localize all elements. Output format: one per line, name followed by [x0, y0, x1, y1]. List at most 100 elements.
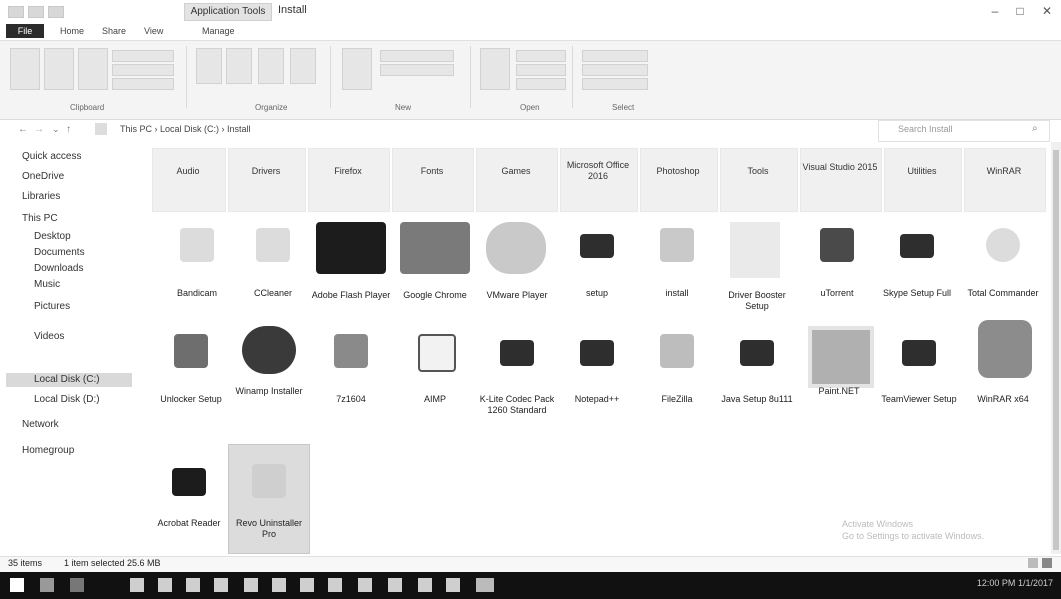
copy-to-button[interactable]	[226, 48, 252, 84]
folder-label: WinRAR	[986, 166, 1022, 176]
folder-tile[interactable]	[800, 148, 882, 212]
setup-icon	[242, 326, 296, 374]
delete-button[interactable]	[258, 48, 284, 84]
nav-item-videos[interactable]: Videos	[34, 330, 134, 344]
image-icon	[808, 326, 874, 388]
cut-button[interactable]	[112, 50, 174, 62]
up-icon[interactable]: ↑	[66, 124, 71, 135]
nav-item-pictures[interactable]: Pictures	[34, 300, 134, 314]
easy-access-button[interactable]	[380, 64, 454, 76]
save-icon[interactable]	[8, 6, 24, 18]
app-icon[interactable]	[272, 578, 286, 592]
nav-item-local-disk-d[interactable]: Local Disk (D:)	[34, 393, 134, 407]
nav-item-onedrive[interactable]: OneDrive	[22, 170, 132, 184]
app-icon	[256, 228, 290, 262]
copy-button[interactable]	[44, 48, 74, 90]
tab-manage[interactable]: Manage	[198, 22, 239, 40]
file-label: Paint.NET	[818, 386, 860, 396]
properties-button[interactable]	[480, 48, 510, 90]
task-view-icon[interactable]	[70, 578, 84, 592]
app-icon	[418, 334, 456, 372]
recent-locations-icon[interactable]: ⌄	[52, 124, 60, 135]
store-icon[interactable]	[186, 578, 200, 592]
app-icon[interactable]	[476, 578, 494, 592]
folder-tile[interactable]	[152, 148, 226, 212]
rename-button[interactable]	[290, 48, 316, 84]
ribbon-group-new: New	[395, 103, 412, 112]
system-tray[interactable]: 12:00 PM 1/1/2017	[977, 578, 1053, 588]
folder-tile[interactable]	[228, 148, 306, 212]
folder-label: Games	[501, 166, 531, 176]
app-icon[interactable]	[388, 578, 402, 592]
open-button[interactable]	[516, 50, 566, 62]
file-explorer-icon[interactable]	[158, 578, 172, 592]
app-icon[interactable]	[418, 578, 432, 592]
installer-icon	[900, 234, 934, 258]
edge-icon[interactable]	[130, 578, 144, 592]
app-icon[interactable]	[244, 578, 258, 592]
start-icon[interactable]	[10, 578, 24, 592]
nav-item-network[interactable]: Network	[22, 418, 132, 432]
folder-tile[interactable]	[884, 148, 962, 212]
nav-item-local-disk-c[interactable]: Local Disk (C:)	[34, 373, 130, 387]
details-view-icon[interactable]	[1028, 558, 1038, 568]
app-icon[interactable]	[328, 578, 342, 592]
scrollbar-thumb[interactable]	[1053, 150, 1059, 550]
app-icon[interactable]	[446, 578, 460, 592]
customize-quick-access-icon[interactable]	[48, 6, 64, 18]
tab-home[interactable]: Home	[56, 22, 88, 40]
large-icons-view-icon[interactable]	[1042, 558, 1052, 568]
select-none-button[interactable]	[582, 64, 648, 76]
folder-icon	[95, 123, 107, 135]
minimize-button[interactable]: –	[985, 2, 1005, 20]
folder-tile[interactable]	[720, 148, 798, 212]
nav-item-music[interactable]: Music	[34, 278, 134, 292]
paste-shortcut-button[interactable]	[112, 78, 174, 90]
undo-icon[interactable]	[28, 6, 44, 18]
tab-view[interactable]: View	[140, 22, 167, 40]
forward-icon[interactable]: →	[34, 124, 44, 135]
pin-to-quick-access-button[interactable]	[10, 48, 40, 90]
back-icon[interactable]: ←	[18, 124, 28, 135]
nav-item-homegroup[interactable]: Homegroup	[22, 444, 132, 458]
copy-path-button[interactable]	[112, 64, 174, 76]
invert-selection-button[interactable]	[582, 78, 648, 90]
nav-item-quick-access[interactable]: Quick access	[22, 150, 132, 164]
new-item-button[interactable]	[380, 50, 454, 62]
folder-tile[interactable]	[964, 148, 1046, 212]
edit-button[interactable]	[516, 64, 566, 76]
tab-file[interactable]: File	[6, 24, 44, 38]
search-icon[interactable]	[40, 578, 54, 592]
tab-share[interactable]: Share	[98, 22, 130, 40]
folder-tile[interactable]	[392, 148, 474, 212]
maximize-button[interactable]: □	[1010, 2, 1030, 20]
ribbon-separator	[186, 46, 187, 108]
folder-tile[interactable]	[308, 148, 390, 212]
file-label: FileZilla	[661, 394, 693, 404]
nav-item-downloads[interactable]: Downloads	[34, 262, 134, 276]
nav-item-desktop[interactable]: Desktop	[34, 230, 134, 244]
installer-icon	[740, 340, 774, 366]
installer-icon	[902, 340, 936, 366]
app-icon	[660, 334, 694, 368]
app-icon[interactable]	[358, 578, 372, 592]
close-button[interactable]: ✕	[1037, 2, 1057, 20]
nav-item-documents[interactable]: Documents	[34, 246, 134, 260]
installer-icon	[580, 234, 614, 258]
folder-tile[interactable]	[640, 148, 718, 212]
ribbon-group-select: Select	[612, 103, 635, 112]
move-to-button[interactable]	[196, 48, 222, 84]
nav-item-this-pc[interactable]: This PC	[22, 212, 132, 226]
breadcrumb[interactable]: This PC › Local Disk (C:) › Install	[120, 124, 251, 134]
folder-label: Firefox	[334, 166, 362, 176]
new-folder-button[interactable]	[342, 48, 372, 90]
paste-button[interactable]	[78, 48, 108, 90]
app-icon[interactable]	[300, 578, 314, 592]
select-all-button[interactable]	[582, 50, 648, 62]
folder-tile[interactable]	[476, 148, 558, 212]
history-button[interactable]	[516, 78, 566, 90]
nav-item-libraries[interactable]: Libraries	[22, 190, 132, 204]
file-label: AIMP	[423, 394, 446, 404]
folder-label: Tools	[747, 166, 769, 176]
mail-icon[interactable]	[214, 578, 228, 592]
